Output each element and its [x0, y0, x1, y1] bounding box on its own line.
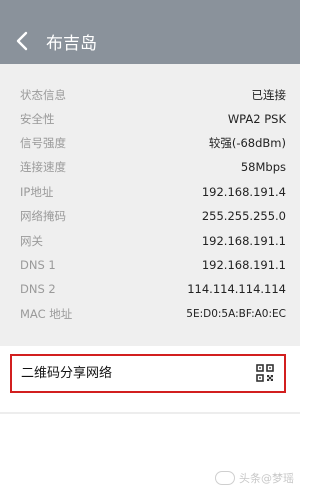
detail-value: 192.168.191.1	[201, 234, 286, 248]
detail-label: IP地址	[20, 185, 54, 199]
qr-code-icon	[256, 364, 274, 382]
detail-label: 状态信息	[20, 88, 66, 102]
detail-value: 255.255.255.0	[201, 209, 286, 223]
detail-row-dns2: DNS 2 114.114.114.114	[20, 279, 286, 299]
qr-share-network-button[interactable]: 二维码分享网络	[10, 354, 286, 393]
qr-share-label: 二维码分享网络	[21, 366, 113, 381]
detail-label: MAC 地址	[20, 307, 73, 321]
detail-value: 58Mbps	[240, 160, 286, 174]
detail-label: DNS 2	[20, 282, 56, 296]
detail-value: 较强(-68dBm)	[208, 136, 286, 150]
detail-row-status: 状态信息 已连接	[20, 85, 286, 105]
detail-label: 连接速度	[20, 160, 66, 174]
detail-row-ip-address: IP地址 192.168.191.4	[20, 182, 286, 202]
back-arrow-icon[interactable]	[12, 30, 34, 52]
top-app-bar: 布吉岛	[0, 0, 300, 64]
section-divider	[0, 412, 300, 414]
detail-value: 已连接	[251, 88, 287, 102]
detail-row-gateway: 网关 192.168.191.1	[20, 231, 286, 251]
detail-label: 信号强度	[20, 136, 66, 150]
detail-value: 192.168.191.1	[201, 258, 286, 272]
detail-label: 安全性	[20, 112, 55, 126]
watermark-text: 头条@梦瑶	[239, 472, 294, 485]
network-name-title: 布吉岛	[46, 34, 97, 54]
detail-row-signal-strength: 信号强度 较强(-68dBm)	[20, 133, 286, 153]
watermark-logo-icon	[215, 471, 235, 485]
detail-value: 114.114.114.114	[187, 282, 286, 296]
detail-row-dns1: DNS 1 192.168.191.1	[20, 255, 286, 275]
detail-value: WPA2 PSK	[227, 112, 286, 126]
detail-value: 192.168.191.4	[201, 185, 286, 199]
detail-label: DNS 1	[20, 258, 56, 272]
detail-label: 网络掩码	[20, 209, 66, 223]
detail-value: 5E:D0:5A:BF:A0:EC	[186, 308, 286, 320]
detail-row-security: 安全性 WPA2 PSK	[20, 109, 286, 129]
detail-row-link-speed: 连接速度 58Mbps	[20, 157, 286, 177]
detail-row-netmask: 网络掩码 255.255.255.0	[20, 206, 286, 226]
detail-label: 网关	[20, 234, 43, 248]
watermark: 头条@梦瑶	[215, 468, 294, 488]
detail-row-mac-address: MAC 地址 5E:D0:5A:BF:A0:EC	[20, 304, 286, 324]
share-section: 二维码分享网络	[0, 346, 300, 412]
network-details-panel: 状态信息 已连接 安全性 WPA2 PSK 信号强度 较强(-68dBm) 连接…	[0, 64, 300, 346]
